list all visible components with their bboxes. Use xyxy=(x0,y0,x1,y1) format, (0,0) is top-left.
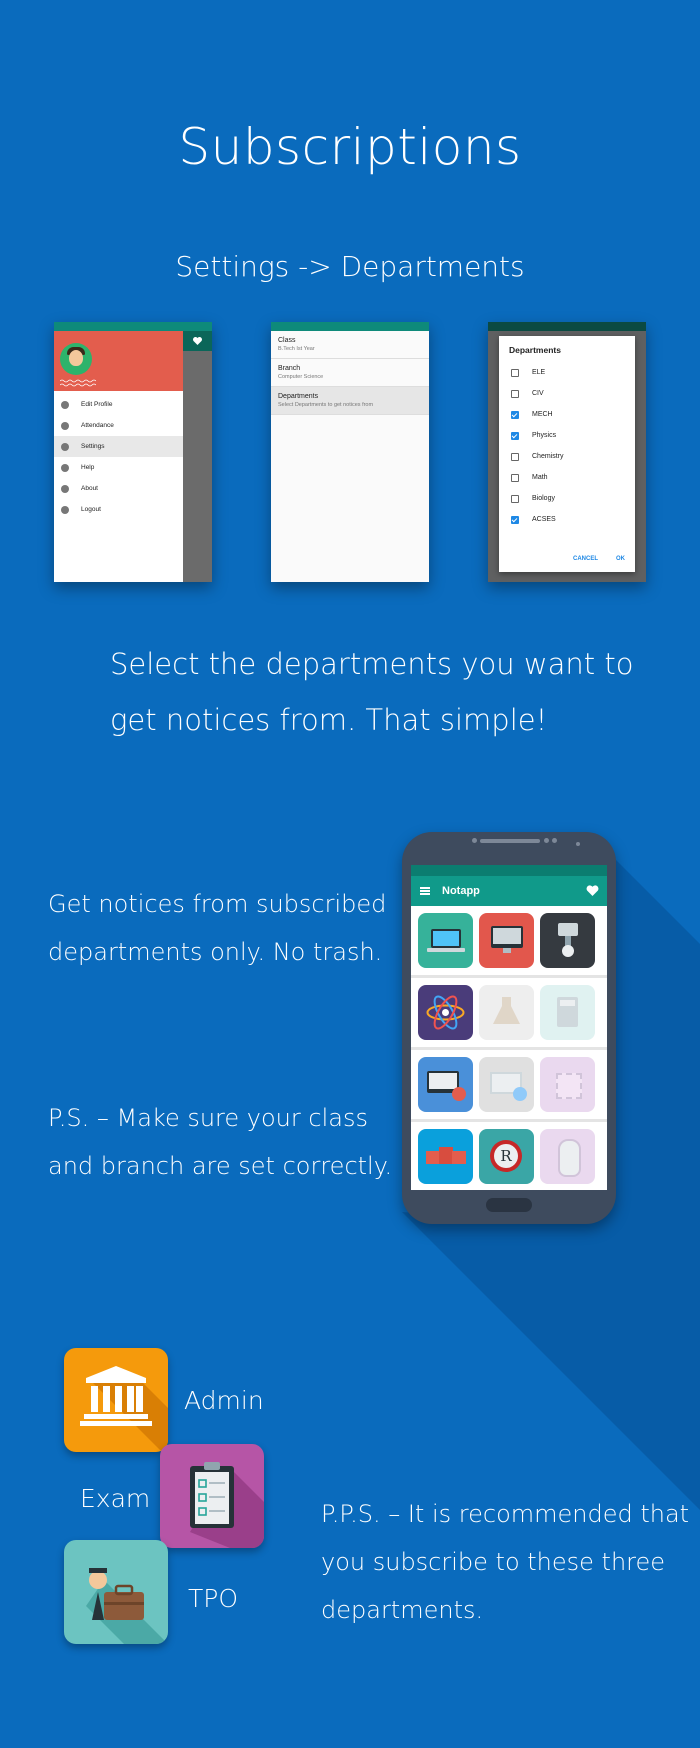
penguin-tile-icon[interactable] xyxy=(540,1129,595,1184)
pps-text: P.P.S. – It is recommended that you subs… xyxy=(321,1500,690,1624)
ps-text: P.S. – Make sure your class and branch a… xyxy=(48,1104,393,1180)
settings-row-branch[interactable]: Branch Computer Science xyxy=(271,359,429,387)
description-text: Select the departments you want to get n… xyxy=(110,647,634,737)
drawer-item-attendance[interactable]: Attendance xyxy=(54,415,183,436)
checkbox[interactable] xyxy=(511,452,519,461)
departments-dialog: Departments ELE CIV MECH Physics Chemist… xyxy=(499,336,635,572)
dialog-option-math[interactable]: Math xyxy=(499,467,635,488)
monitor-tile-icon[interactable] xyxy=(479,913,534,968)
tile-row: R xyxy=(411,1122,607,1190)
drawer-header xyxy=(54,331,183,391)
dialog-option-mech[interactable]: MECH xyxy=(499,404,635,425)
dialog-option-civ[interactable]: CIV xyxy=(499,383,635,404)
status-bar xyxy=(488,322,646,331)
ok-button[interactable]: OK xyxy=(616,556,625,562)
atom-tile-icon[interactable] xyxy=(418,985,473,1040)
tile-row xyxy=(411,978,607,1050)
dialog-option-ele[interactable]: ELE xyxy=(499,362,635,383)
drawer-item-logout[interactable]: Logout xyxy=(54,499,183,520)
checkbox-checked[interactable] xyxy=(511,515,519,524)
drawer-screenshot: Edit Profile Attendance Settings Help Ab… xyxy=(54,322,212,582)
departments-dialog-screenshot: Departments ELE CIV MECH Physics Chemist… xyxy=(488,322,646,582)
heart-icon[interactable] xyxy=(586,885,599,897)
status-bar xyxy=(271,322,429,331)
checkbox-checked[interactable] xyxy=(511,431,519,440)
status-bar xyxy=(54,322,212,331)
gear-icon xyxy=(61,442,69,451)
settings-screenshot: Class B.Tech Ist Year Branch Computer Sc… xyxy=(271,322,429,582)
laptop-users-tile-icon[interactable] xyxy=(479,1057,534,1112)
laptop-tile-icon[interactable] xyxy=(418,913,473,968)
drawer-item-settings[interactable]: Settings xyxy=(54,436,183,457)
phone-sensor xyxy=(544,838,549,843)
squiggle-decoration xyxy=(60,379,96,387)
drawer-item-edit-profile[interactable]: Edit Profile xyxy=(54,394,183,415)
chip-tile-icon[interactable] xyxy=(540,1057,595,1112)
phone-mockup: Notapp R xyxy=(402,832,616,1224)
dialog-option-chemistry[interactable]: Chemistry xyxy=(499,446,635,467)
dialog-option-acses[interactable]: ACSES xyxy=(499,509,635,530)
cancel-button[interactable]: CANCEL xyxy=(573,556,598,562)
exam-department-icon xyxy=(160,1444,264,1548)
menu-icon[interactable] xyxy=(420,887,430,895)
phone-sensor xyxy=(576,842,580,846)
home-button[interactable] xyxy=(486,1198,532,1212)
admin-department-icon xyxy=(64,1348,168,1452)
notice-text: Get notices from subscribed departments … xyxy=(48,890,387,966)
engine-piston-tile-icon[interactable] xyxy=(540,913,595,968)
r-logo-tile-icon[interactable]: R xyxy=(479,1129,534,1184)
phone-camera xyxy=(472,838,477,843)
help-icon xyxy=(61,463,69,472)
drawer-item-help[interactable]: Help xyxy=(54,457,183,478)
drawer-menu: Edit Profile Attendance Settings Help Ab… xyxy=(54,391,183,582)
dialog-title: Departments xyxy=(509,345,561,355)
tile-row xyxy=(411,1050,607,1122)
calculator-tile-icon[interactable] xyxy=(540,985,595,1040)
dialog-actions: CANCEL OK xyxy=(573,556,625,562)
settings-row-departments[interactable]: Departments Select Departments to get no… xyxy=(271,387,429,415)
phone-sensor xyxy=(552,838,557,843)
page-title: Subscriptions xyxy=(178,118,522,176)
checkbox[interactable] xyxy=(511,494,519,503)
checkbox[interactable] xyxy=(511,368,519,377)
settings-row-class[interactable]: Class B.Tech Ist Year xyxy=(271,331,429,359)
tpo-label: TPO xyxy=(188,1584,239,1613)
flask-tile-icon[interactable] xyxy=(479,985,534,1040)
page-subtitle: Settings -> Departments xyxy=(175,250,525,283)
tpo-department-icon xyxy=(64,1540,168,1644)
drawer-item-about[interactable]: About xyxy=(54,478,183,499)
checkbox-checked[interactable] xyxy=(511,410,519,419)
drawer-scrim[interactable] xyxy=(183,331,212,582)
account-circle-icon xyxy=(61,400,69,409)
checkbox[interactable] xyxy=(511,473,519,482)
tile-row xyxy=(411,906,607,978)
exam-label: Exam xyxy=(80,1484,151,1513)
app-title: Notapp xyxy=(442,885,480,897)
avatar xyxy=(60,343,92,375)
dialog-option-biology[interactable]: Biology xyxy=(499,488,635,509)
phone-speaker xyxy=(480,839,540,843)
info-icon xyxy=(61,484,69,493)
checkbox[interactable] xyxy=(511,389,519,398)
power-icon xyxy=(61,505,69,514)
building-blocks-tile-icon[interactable] xyxy=(418,1129,473,1184)
people-icon xyxy=(61,421,69,430)
phone-screen: Notapp R xyxy=(411,865,607,1190)
admin-label: Admin xyxy=(184,1386,264,1415)
dialog-option-physics[interactable]: Physics xyxy=(499,425,635,446)
desktop-users-tile-icon[interactable] xyxy=(418,1057,473,1112)
heart-icon xyxy=(183,331,212,351)
app-bar: Notapp xyxy=(411,876,607,906)
status-bar xyxy=(411,865,607,876)
